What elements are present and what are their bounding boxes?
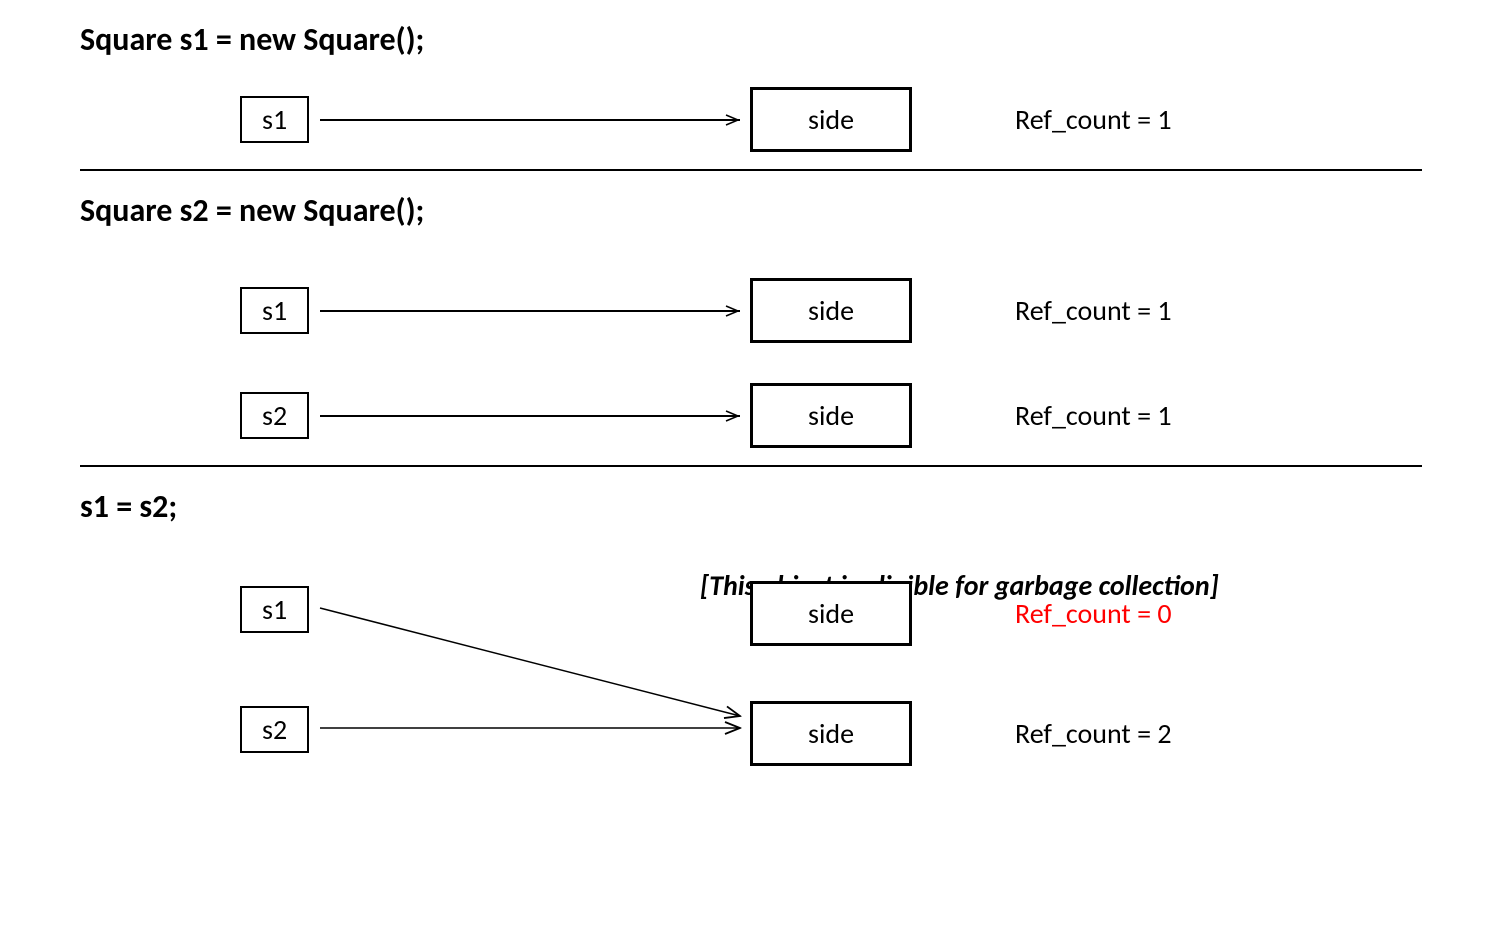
ref-count-3b: Ref_count = 2 — [1015, 716, 1172, 751]
object-side-box-2a: side — [750, 278, 912, 343]
object-side-box-3b: side — [750, 701, 912, 766]
object-side-box-2b: side — [750, 383, 912, 448]
diagram-row-2b: s2 side Ref_count = 1 — [240, 385, 1422, 445]
diagram-row-2a: s1 side Ref_count = 1 — [240, 280, 1422, 340]
section-2: Square s2 = new Square(); s1 side Ref_co… — [80, 191, 1422, 445]
divider-1 — [80, 169, 1422, 171]
code-line-1: Square s1 = new Square(); — [80, 20, 1422, 59]
arrow-head-icon — [724, 113, 742, 127]
ref-count-2b: Ref_count = 1 — [1015, 398, 1172, 433]
arrow-s1-to-side-2 — [320, 310, 740, 312]
arrow-s1-to-side — [320, 119, 740, 121]
object-side-box-3a: side — [750, 581, 912, 646]
arrows-section-3 — [240, 576, 760, 776]
variable-s2-box-2: s2 — [240, 392, 309, 439]
code-line-2: Square s2 = new Square(); — [80, 191, 1422, 230]
ref-count-3a: Ref_count = 0 — [1015, 596, 1172, 631]
code-line-3: s1 = s2; — [80, 487, 1422, 526]
section-1: Square s1 = new Square(); s1 side Ref_co… — [80, 20, 1422, 149]
variable-s1-box: s1 — [240, 96, 309, 143]
ref-count-1: Ref_count = 1 — [1015, 102, 1172, 137]
object-side-box-1: side — [750, 87, 912, 152]
arrow-s1-to-obj2 — [320, 608, 740, 716]
ref-count-2a: Ref_count = 1 — [1015, 293, 1172, 328]
diagram-row-1: s1 side Ref_count = 1 — [240, 89, 1422, 149]
section-3: s1 = s2; [This object is eligible for ga… — [80, 487, 1422, 796]
variable-s1-box-2: s1 — [240, 287, 309, 334]
diagram-3: [This object is eligible for garbage col… — [240, 576, 1422, 796]
arrow-head-icon — [724, 409, 742, 423]
arrow-head-icon — [724, 304, 742, 318]
arrow-s2-to-side-2 — [320, 415, 740, 417]
divider-2 — [80, 465, 1422, 467]
